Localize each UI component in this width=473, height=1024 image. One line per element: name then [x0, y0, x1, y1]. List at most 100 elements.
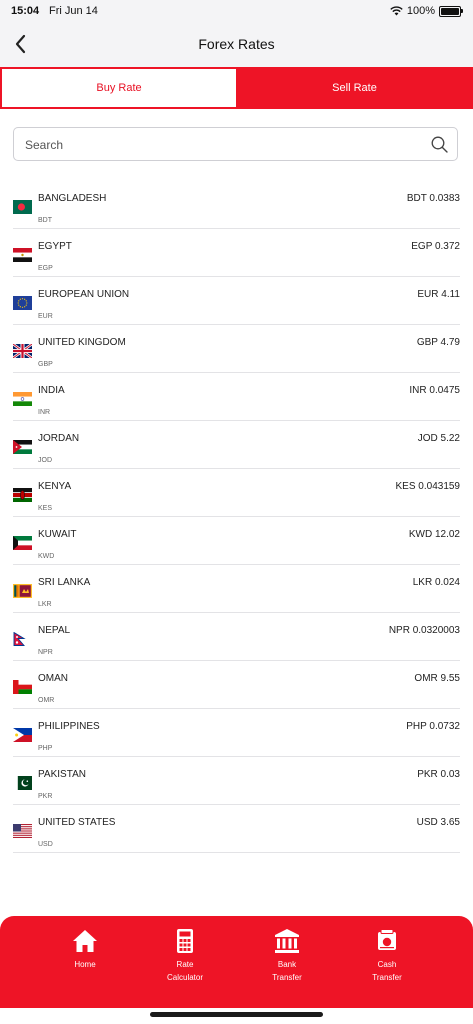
battery-icon [439, 5, 463, 17]
flag-usa-icon [13, 824, 32, 838]
currency-code: LKR [38, 601, 52, 608]
currency-code: INR [38, 409, 51, 416]
home-icon [73, 930, 97, 952]
rate-value: PHP 0.0732 [406, 721, 460, 732]
status-right: 100% [390, 5, 463, 17]
rate-row-jod[interactable]: JORDAN JOD JOD 5.22 [13, 421, 460, 469]
flag-india-icon [13, 392, 32, 406]
country-name: BANGLADESH [38, 193, 107, 204]
flag-srilanka-icon [13, 584, 32, 598]
nav-bar: Forex Rates [0, 22, 473, 67]
rate-row-inr[interactable]: INDIA INR INR 0.0475 [13, 373, 460, 421]
country-name: INDIA [38, 385, 65, 396]
home-indicator [150, 1012, 323, 1017]
flag-oman-icon [13, 680, 32, 694]
currency-code: USD [38, 841, 53, 848]
rate-value: KWD 12.02 [408, 529, 460, 540]
rate-value: OMR 9.55 [414, 673, 460, 684]
currency-code: GBP [38, 361, 53, 368]
country-name: PAKISTAN [38, 769, 86, 780]
country-name: UNITED KINGDOM [38, 337, 126, 348]
currency-code: NPR [38, 649, 53, 656]
search-box [13, 127, 458, 162]
flag-uk-icon [13, 344, 32, 358]
rate-value: EUR 4.11 [417, 289, 460, 300]
rate-row-usd[interactable]: UNITED STATES USD USD 3.65 [13, 805, 460, 853]
country-name: EGYPT [38, 241, 72, 252]
rate-list: BANGLADESH BDT BDT 0.0383 EGYPT EGP EGP 0.372… [13, 181, 460, 853]
bottom-tab-rate-calculator[interactable]: Rate Calculator [145, 928, 225, 984]
flag-bangladesh-icon [13, 200, 32, 214]
rate-row-npr[interactable]: NEPAL NPR NPR 0.0320003 [13, 613, 460, 661]
currency-code: OMR [38, 697, 55, 704]
rate-row-gbp[interactable]: UNITED KINGDOM GBP GBP 4.79 [13, 325, 460, 373]
flag-eu-icon [13, 296, 32, 310]
status-date: Fri Jun 14 [49, 5, 98, 17]
bank-icon [275, 929, 299, 953]
flag-pakistan-icon [13, 776, 32, 790]
rate-value: BDT 0.0383 [406, 193, 460, 204]
rate-value: USD 3.65 [416, 817, 460, 828]
currency-code: JOD [38, 457, 52, 464]
flag-nepal-icon [13, 632, 32, 646]
currency-code: KES [38, 505, 53, 512]
currency-code: PKR [38, 793, 53, 800]
calculator-icon [177, 929, 193, 953]
currency-code: EUR [38, 313, 53, 320]
bottom-tab-bank-transfer[interactable]: Bank Transfer [247, 928, 327, 984]
tab-buy-rate[interactable]: Buy Rate [2, 69, 236, 107]
country-name: OMAN [38, 673, 68, 684]
page-title: Forex Rates [198, 36, 275, 52]
rate-value: NPR 0.0320003 [388, 625, 460, 636]
bottom-tab-home-label: Home [74, 960, 96, 969]
battery-percent: 100% [406, 5, 435, 17]
bottom-tab-rate-calculator-label: Rate Calculator [166, 960, 203, 982]
tab-sell-rate[interactable]: Sell Rate [238, 69, 471, 107]
country-name: KUWAIT [38, 529, 77, 540]
search-input[interactable] [23, 128, 427, 162]
country-name: PHILIPPINES [38, 721, 100, 732]
rate-value: EGP 0.372 [411, 241, 460, 252]
rate-type-tabs: Buy Rate Sell Rate [0, 67, 473, 109]
country-name: NEPAL [38, 625, 71, 636]
status-time: 15:04 [11, 5, 40, 17]
bottom-tab-bank-transfer-label: Bank Transfer [272, 960, 302, 982]
currency-code: KWD [38, 553, 55, 560]
bottom-tab-bar: Home Rate Calculator Bank Transfer Cash … [0, 916, 473, 1008]
status-bar: 15:04 Fri Jun 14 100% [0, 0, 473, 22]
rate-row-kes[interactable]: KENYA KES KES 0.043159 [13, 469, 460, 517]
flag-kuwait-icon [13, 536, 32, 550]
search-icon[interactable] [431, 136, 448, 153]
flag-kenya-icon [13, 488, 32, 502]
flag-egypt-icon [13, 248, 32, 262]
country-name: JORDAN [38, 433, 80, 444]
bottom-tab-cash-transfer[interactable]: Cash Transfer [347, 928, 427, 984]
bottom-tab-home[interactable]: Home [45, 928, 125, 971]
rate-row-bdt[interactable]: BANGLADESH BDT BDT 0.0383 [13, 181, 460, 229]
rate-value: GBP 4.79 [416, 337, 460, 348]
rate-row-omr[interactable]: OMAN OMR OMR 9.55 [13, 661, 460, 709]
rate-row-lkr[interactable]: SRI LANKA LKR LKR 0.024 [13, 565, 460, 613]
rate-value: JOD 5.22 [417, 433, 460, 444]
rate-row-eur[interactable]: EUROPEAN UNION EUR EUR 4.11 [13, 277, 460, 325]
rate-value: KES 0.043159 [395, 481, 461, 492]
country-name: EUROPEAN UNION [38, 289, 130, 300]
currency-code: BDT [38, 217, 52, 224]
cash-icon [378, 929, 396, 950]
wifi-icon [390, 6, 403, 16]
rate-value: INR 0.0475 [409, 385, 460, 396]
country-name: KENYA [38, 481, 72, 492]
rate-row-pkr[interactable]: PAKISTAN PKR PKR 0.03 [13, 757, 460, 805]
flag-philippines-icon [13, 728, 32, 742]
rate-row-php[interactable]: PHILIPPINES PHP PHP 0.0732 [13, 709, 460, 757]
flag-jordan-icon [13, 440, 32, 454]
rate-value: LKR 0.024 [412, 577, 460, 588]
currency-code: PHP [38, 745, 53, 752]
currency-code: EGP [38, 265, 53, 272]
bottom-tab-cash-transfer-label: Cash Transfer [372, 960, 402, 982]
rate-row-kwd[interactable]: KUWAIT KWD KWD 12.02 [13, 517, 460, 565]
rate-value: PKR 0.03 [417, 769, 460, 780]
country-name: UNITED STATES [38, 817, 116, 828]
rate-row-egp[interactable]: EGYPT EGP EGP 0.372 [13, 229, 460, 277]
country-name: SRI LANKA [38, 577, 91, 588]
